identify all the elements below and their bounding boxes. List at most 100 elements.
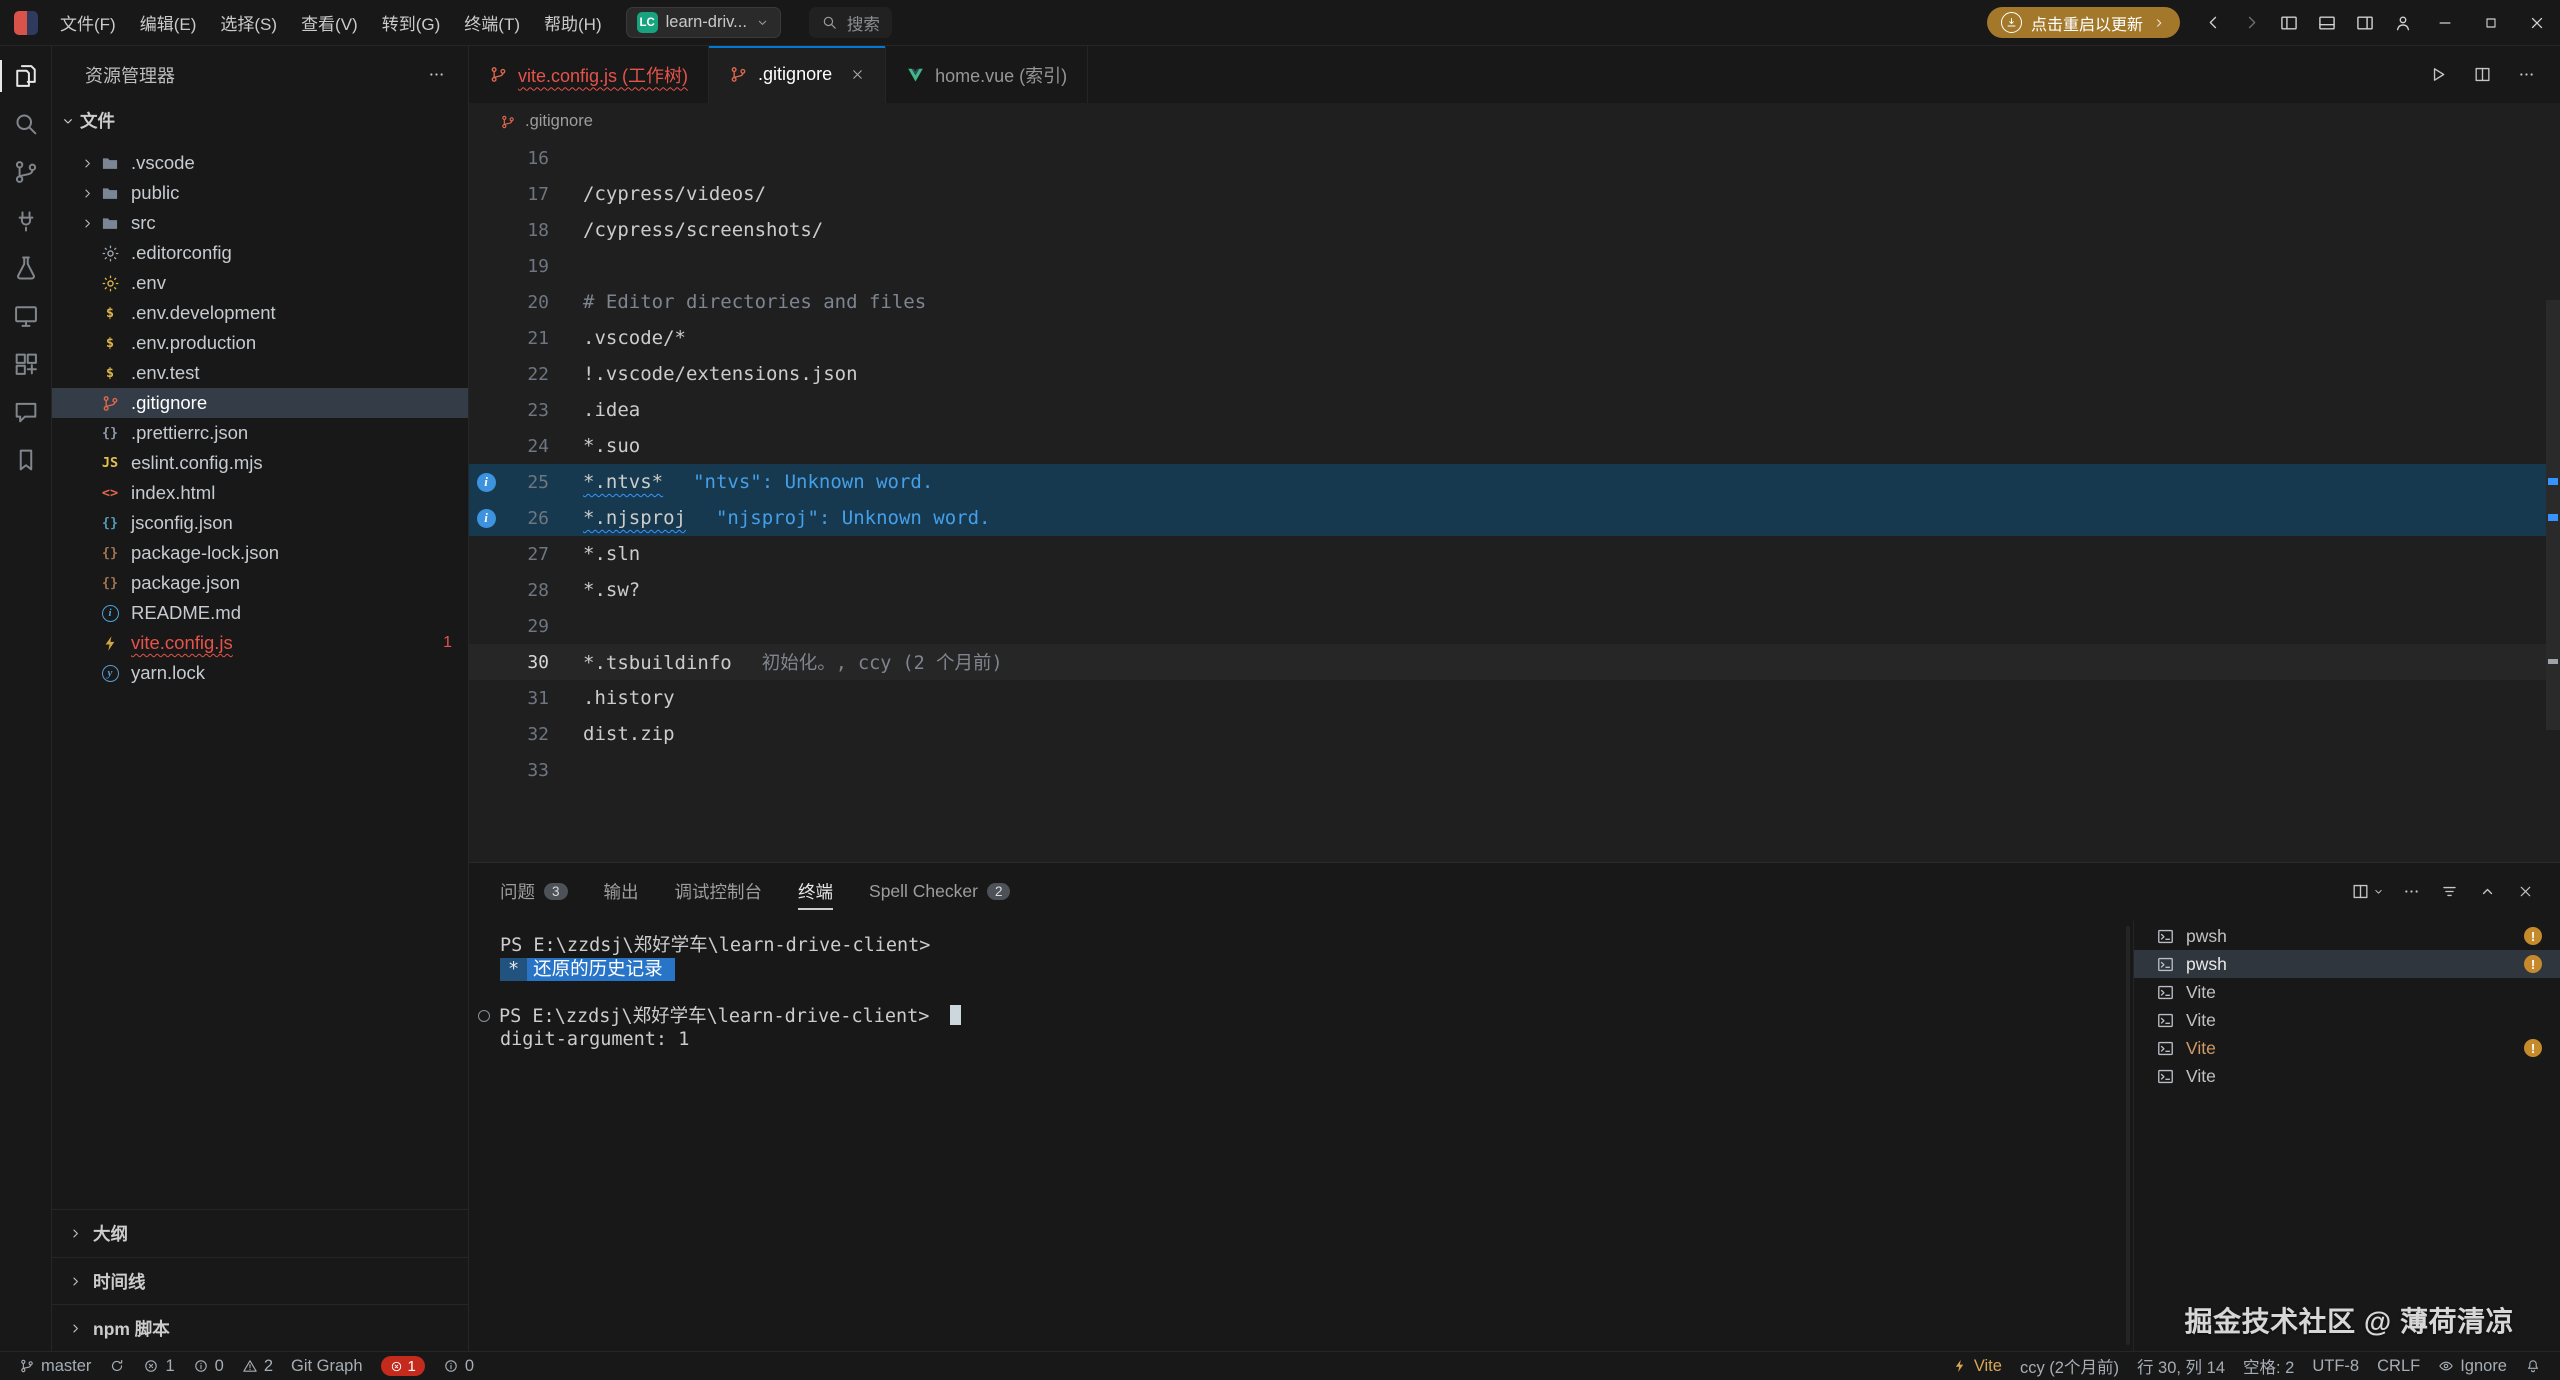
code-line-21[interactable]: 21.vscode/* (469, 320, 2546, 356)
code-line-26[interactable]: i26*.njsproj"njsproj": Unknown word. (469, 500, 2546, 536)
overview-ruler[interactable] (2546, 140, 2560, 862)
code-line-27[interactable]: 27*.sln (469, 536, 2546, 572)
sidebar-section-1[interactable]: 时间线 (52, 1257, 468, 1304)
panel-tab-3[interactable]: 终端 (798, 863, 833, 920)
code-line-28[interactable]: 28*.sw? (469, 572, 2546, 608)
file-row[interactable]: vite.config.js1 (52, 628, 468, 658)
editor-more-actions-button[interactable] (2508, 57, 2544, 93)
file-row[interactable]: iREADME.md (52, 598, 468, 628)
status-infos[interactable]: 0 (184, 1352, 233, 1380)
status-eol[interactable]: CRLF (2368, 1352, 2429, 1380)
maximize-panel-button[interactable] (2470, 875, 2504, 909)
toggle-panel-button[interactable] (2308, 0, 2346, 45)
navigate-back-button[interactable] (2194, 0, 2232, 45)
editor-tab-0[interactable]: vite.config.js (工作树) (469, 46, 709, 103)
account-button[interactable] (2384, 0, 2422, 45)
activity-source-control[interactable] (0, 148, 52, 196)
code-line-31[interactable]: 31.history (469, 680, 2546, 716)
editor-tab-1[interactable]: .gitignore (709, 46, 886, 103)
toggle-secondary-sidebar-button[interactable] (2346, 0, 2384, 45)
file-row[interactable]: {}jsconfig.json (52, 508, 468, 538)
status-branch[interactable]: master (10, 1352, 100, 1380)
code-line-22[interactable]: 22!.vscode/extensions.json (469, 356, 2546, 392)
workspace-switcher[interactable]: LC learn-driv... (626, 7, 781, 38)
close-window-button[interactable] (2514, 0, 2560, 45)
file-row[interactable]: $.env.test (52, 358, 468, 388)
code-line-30[interactable]: 30*.tsbuildinfo初始化。, ccy (2 个月前) (469, 644, 2546, 680)
file-row[interactable]: .vscode (52, 148, 468, 178)
code-line-25[interactable]: i25*.ntvs*"ntvs": Unknown word. (469, 464, 2546, 500)
file-row[interactable]: .editorconfig (52, 238, 468, 268)
activity-remote[interactable] (0, 196, 52, 244)
menu-item-1[interactable]: 编辑(E) (128, 0, 209, 45)
terminal-output[interactable]: PS E:\zzdsj\郑好学车\learn-drive-client>*还原的… (469, 920, 2133, 1351)
panel-tab-2[interactable]: 调试控制台 (675, 863, 763, 920)
status-errors[interactable]: 1 (134, 1352, 183, 1380)
status-notifications[interactable] (2516, 1352, 2550, 1380)
menu-item-2[interactable]: 选择(S) (208, 0, 289, 45)
file-row[interactable]: .gitignore (52, 388, 468, 418)
status-warnings[interactable]: 2 (233, 1352, 282, 1380)
terminal-list-item-2[interactable]: Vite (2134, 978, 2560, 1006)
terminal-list-item-1[interactable]: pwsh! (2134, 950, 2560, 978)
status-line-blame[interactable]: ccy (2个月前) (2011, 1352, 2128, 1380)
file-row[interactable]: {}package-lock.json (52, 538, 468, 568)
minimize-button[interactable] (2422, 0, 2468, 45)
file-row[interactable]: yyarn.lock (52, 658, 468, 688)
menu-item-0[interactable]: 文件(F) (48, 0, 128, 45)
menu-item-4[interactable]: 转到(G) (370, 0, 453, 45)
code-line-32[interactable]: 32dist.zip (469, 716, 2546, 752)
menu-item-6[interactable]: 帮助(H) (532, 0, 614, 45)
status-git-graph[interactable]: Git Graph (282, 1352, 372, 1380)
file-row[interactable]: JSeslint.config.mjs (52, 448, 468, 478)
code-line-16[interactable]: 16 (469, 140, 2546, 176)
activity-explorer[interactable] (0, 52, 52, 100)
status-spell-language[interactable]: Ignore (2429, 1352, 2516, 1380)
update-button[interactable]: 点击重启以更新 (1987, 7, 2180, 38)
close-panel-button[interactable] (2508, 875, 2542, 909)
file-row[interactable]: {}package.json (52, 568, 468, 598)
status-indentation[interactable]: 空格: 2 (2234, 1352, 2303, 1380)
code-line-18[interactable]: 18/cypress/screenshots/ (469, 212, 2546, 248)
activity-comments[interactable] (0, 388, 52, 436)
maximize-button[interactable] (2468, 0, 2514, 45)
close-tab-icon[interactable] (850, 67, 865, 82)
file-row[interactable]: <>index.html (52, 478, 468, 508)
file-row[interactable]: public (52, 178, 468, 208)
panel-tab-4[interactable]: Spell Checker2 (869, 863, 1010, 920)
terminal-list-item-0[interactable]: pwsh! (2134, 922, 2560, 950)
run-button[interactable] (2420, 57, 2456, 93)
history-selected-item[interactable]: 还原的历史记录 (527, 958, 675, 981)
code-line-17[interactable]: 17/cypress/videos/ (469, 176, 2546, 212)
code-line-29[interactable]: 29 (469, 608, 2546, 644)
terminal-list-item-4[interactable]: Vite! (2134, 1034, 2560, 1062)
panel-tab-0[interactable]: 问题3 (500, 863, 568, 920)
split-editor-button[interactable] (2464, 57, 2500, 93)
breadcrumb[interactable]: .gitignore (469, 103, 2560, 140)
panel-filter-button[interactable] (2432, 875, 2466, 909)
files-section-header[interactable]: 文件 (52, 103, 468, 138)
search-box[interactable]: 搜索 (809, 7, 892, 38)
status-problem-badge[interactable]: 1 (372, 1352, 434, 1380)
file-row[interactable]: $.env.production (52, 328, 468, 358)
status-sync[interactable] (100, 1352, 134, 1380)
panel-more-actions-button[interactable] (2394, 875, 2428, 909)
code-line-19[interactable]: 19 (469, 248, 2546, 284)
more-actions-icon[interactable] (427, 65, 446, 84)
sidebar-section-0[interactable]: 大纲 (52, 1210, 468, 1257)
status-info-count[interactable]: 0 (434, 1352, 483, 1380)
terminal-list-item-3[interactable]: Vite (2134, 1006, 2560, 1034)
activity-extensions[interactable] (0, 340, 52, 388)
panel-tab-1[interactable]: 输出 (604, 863, 639, 920)
activity-search[interactable] (0, 100, 52, 148)
split-terminal-button[interactable] (2346, 875, 2390, 909)
activity-testing[interactable] (0, 244, 52, 292)
file-row[interactable]: $.env.development (52, 298, 468, 328)
menu-item-3[interactable]: 查看(V) (289, 0, 370, 45)
status-vite[interactable]: Vite (1943, 1352, 2011, 1380)
editor-tab-2[interactable]: home.vue (索引) (886, 46, 1088, 103)
code-editor[interactable]: 1617/cypress/videos/18/cypress/screensho… (469, 140, 2560, 862)
status-encoding[interactable]: UTF-8 (2303, 1352, 2368, 1380)
toggle-sidebar-button[interactable] (2270, 0, 2308, 45)
file-row[interactable]: .env (52, 268, 468, 298)
